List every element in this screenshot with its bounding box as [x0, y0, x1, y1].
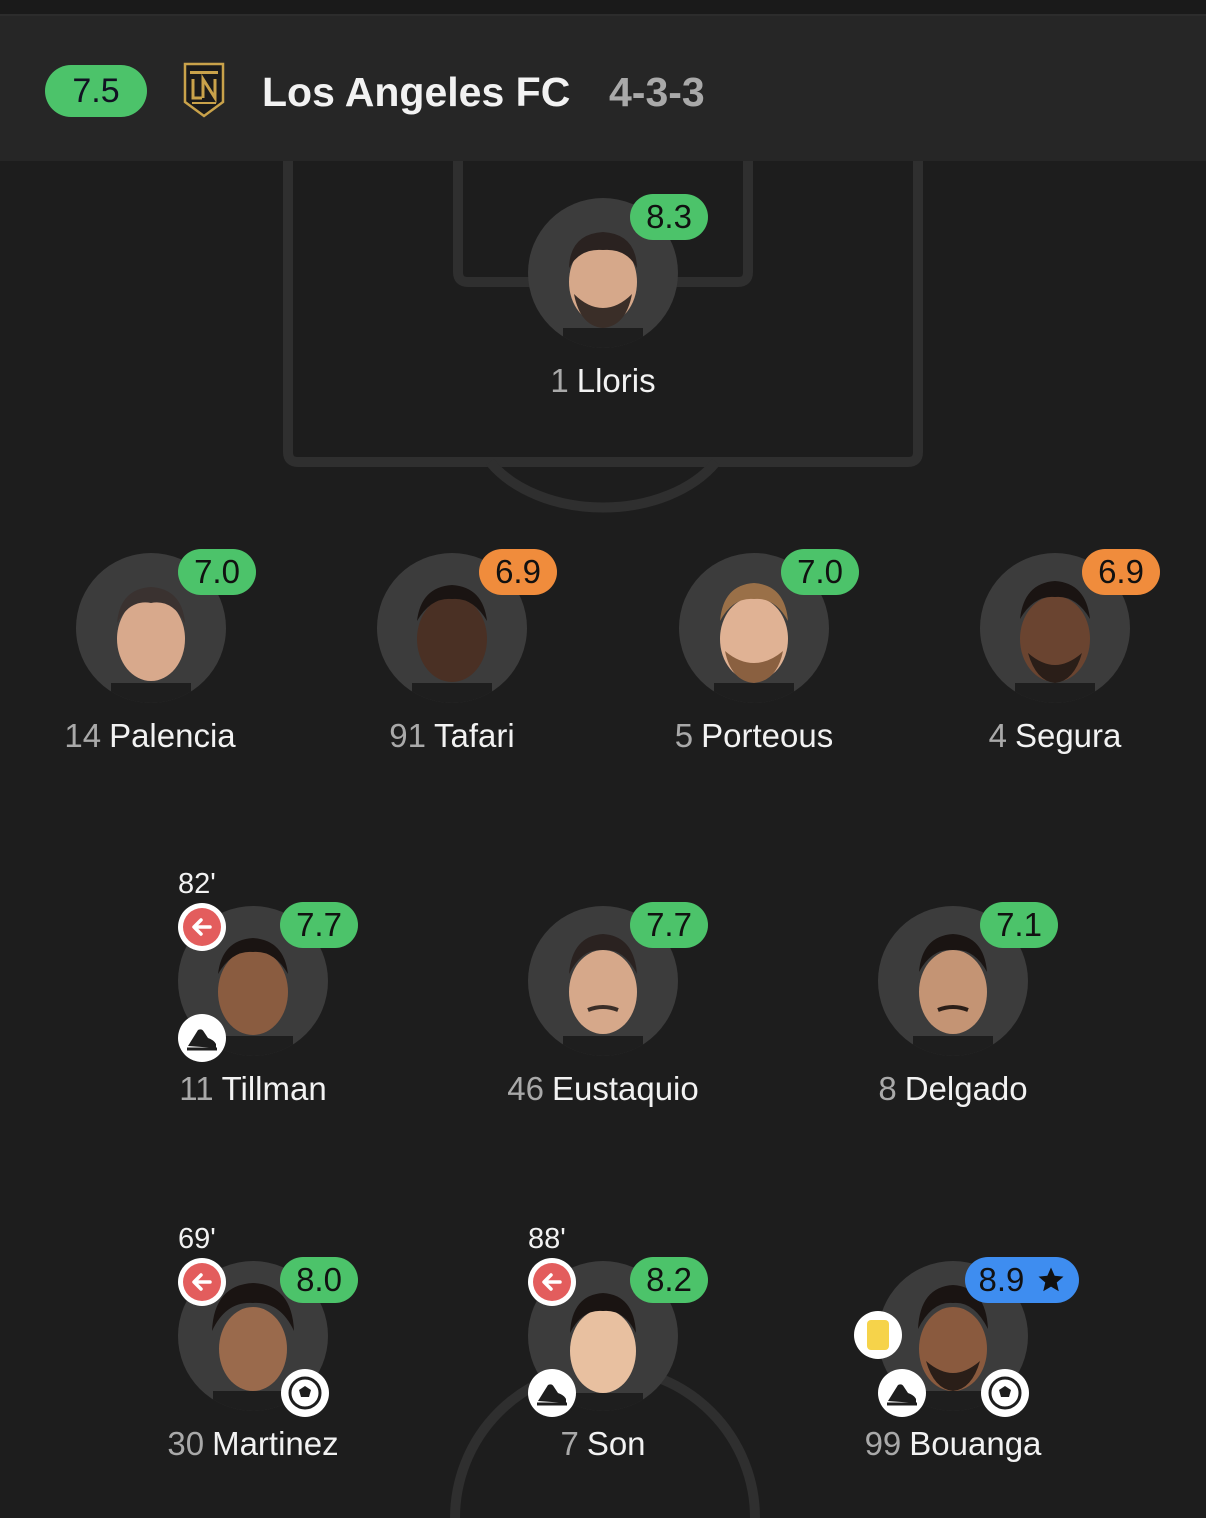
team-header: 7.5 Los Angeles FC 4-3-3: [0, 16, 1206, 161]
substitution-time: 69': [178, 1223, 216, 1255]
formation-label: 4-3-3: [609, 69, 705, 115]
player-rating-badge: 8.0: [280, 1257, 358, 1303]
player-name-label: 30 Martinez: [167, 1425, 339, 1462]
player-rating-badge: 7.7: [630, 902, 708, 948]
substitution-time: 82': [178, 868, 216, 900]
player-rating-badge: 8.9: [965, 1257, 1079, 1303]
player-name-label: 11 Tillman: [179, 1070, 327, 1107]
player-rating-badge: 6.9: [479, 549, 557, 595]
player-rating-badge: 6.9: [1082, 549, 1160, 595]
team-name: Los Angeles FC: [262, 69, 571, 115]
boot-icon: [528, 1369, 576, 1417]
boot-icon: [878, 1369, 926, 1417]
player-name-label: 99 Bouanga: [864, 1425, 1042, 1462]
player-rating-badge: 7.1: [980, 902, 1058, 948]
boot-icon: [178, 1014, 226, 1062]
player-name-label: 46 Eustaquio: [507, 1070, 699, 1107]
team-crest-icon: [183, 62, 225, 118]
yellow-card-icon: [854, 1311, 902, 1359]
football-icon: [981, 1369, 1029, 1417]
player-rating-badge: 7.0: [781, 549, 859, 595]
substitution-out-icon: [528, 1258, 576, 1306]
player-name-label: 1 Lloris: [550, 362, 656, 399]
team-rating-badge: 7.5: [45, 65, 147, 117]
player-rating-badge: 7.0: [178, 549, 256, 595]
substitution-out-icon: [178, 903, 226, 951]
player-name-label: 4 Segura: [988, 717, 1122, 754]
substitution-time: 88': [528, 1223, 566, 1255]
top-divider: [0, 0, 1206, 16]
player-rating-badge: 8.2: [630, 1257, 708, 1303]
player-rating-badge: 7.7: [280, 902, 358, 948]
football-icon: [281, 1369, 329, 1417]
substitution-out-icon: [178, 1258, 226, 1306]
player-name-label: 7 Son: [560, 1425, 646, 1462]
star-icon: [1038, 1267, 1064, 1292]
player-name-label: 8 Delgado: [878, 1070, 1028, 1107]
player-rating-badge: 8.3: [630, 194, 708, 240]
